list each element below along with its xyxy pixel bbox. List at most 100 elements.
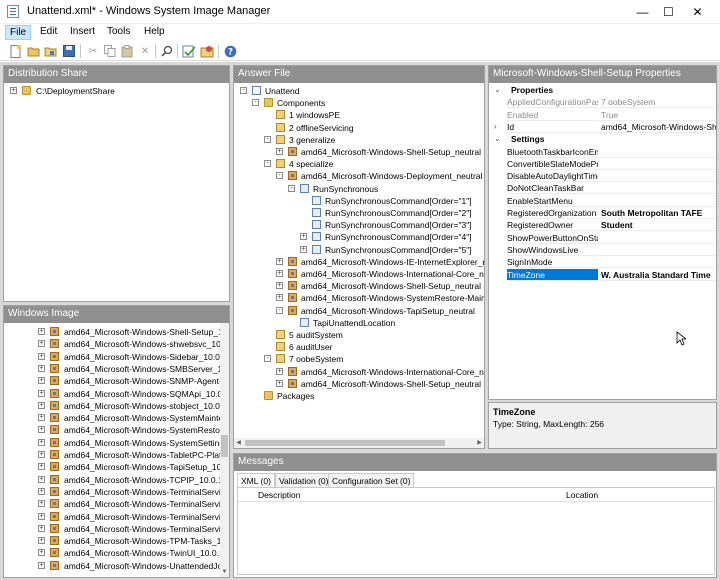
expand-icon[interactable]: + [276,367,283,375]
property-value[interactable] [599,244,716,256]
expand-icon[interactable]: + [38,426,45,434]
property-row[interactable]: RegisteredOwner Student [489,219,716,232]
property-category[interactable]: ⌄ Settings [489,133,716,145]
save-icon[interactable] [61,43,77,59]
property-value[interactable]: 7 oobeSystem [599,96,716,109]
expand-icon[interactable]: + [276,294,283,302]
property-row[interactable]: TimeZone W. Australia Standard Time [489,268,716,281]
column-description[interactable]: Description [258,490,301,500]
expand-icon[interactable]: + [38,500,45,508]
collapse-icon[interactable]: - [264,160,271,168]
expand-icon[interactable]: + [38,352,45,360]
expand-icon[interactable]: + [38,561,45,569]
expand-icon[interactable]: + [300,245,307,253]
tab-validation[interactable]: Validation (0) [275,473,333,487]
property-value[interactable]: South Metropolitan TAFE [599,207,716,219]
tab-xml[interactable]: XML (0) [237,473,275,487]
copy-icon[interactable] [102,43,118,59]
property-row[interactable]: RegisteredOrganization South Metropolitan… [489,207,716,219]
property-row[interactable]: DoNotCleanTaskBar [489,182,716,195]
collapse-icon[interactable]: - [276,172,283,180]
expand-icon[interactable]: + [38,340,45,348]
expand-icon[interactable]: + [276,379,283,387]
expand-icon[interactable]: + [38,438,45,446]
collapse-icon[interactable]: - [264,135,271,143]
scroll-down-icon[interactable]: ▼ [220,567,229,577]
property-value[interactable] [599,158,716,170]
property-row[interactable]: Enabled True [489,109,716,121]
expand-icon[interactable]: + [276,257,283,265]
property-row[interactable]: ConvertibleSlateModePr [489,158,716,170]
property-name[interactable]: BluetoothTaskbarIconEn [507,146,598,158]
expand-icon[interactable]: + [38,537,45,545]
property-name[interactable]: ShowPowerButtonOnSta [507,232,598,244]
property-name[interactable]: Enabled [507,109,598,121]
property-row[interactable]: EnableStartMenu [489,195,716,207]
property-value[interactable] [599,170,716,183]
expand-icon[interactable]: + [10,87,17,94]
expand-icon[interactable]: › [494,121,497,133]
expand-icon[interactable]: + [38,487,45,495]
property-row[interactable]: ShowPowerButtonOnSta [489,232,716,244]
open-answer-icon[interactable] [43,43,59,59]
property-value[interactable] [599,182,716,195]
property-name[interactable]: EnableStartMenu [507,195,598,207]
validate-icon[interactable] [181,43,197,59]
property-name[interactable]: TimeZone [507,268,598,281]
menu-insert[interactable]: Insert [66,25,99,40]
menu-tools[interactable]: Tools [103,25,134,40]
menu-help[interactable]: Help [140,25,169,40]
open-icon[interactable] [26,43,42,59]
expand-icon[interactable]: + [38,364,45,372]
windows-image-scrollbar[interactable]: ▼ [220,323,229,577]
delete-icon[interactable]: ✕ [137,43,153,59]
property-row[interactable]: DisableAutoDaylightTime [489,170,716,183]
menu-edit[interactable]: Edit [36,25,61,40]
expand-icon[interactable]: + [300,233,307,241]
property-value[interactable] [599,195,716,207]
expand-icon[interactable]: + [38,328,45,335]
collapse-icon[interactable]: - [240,87,247,94]
property-name[interactable]: Id [507,121,598,133]
property-name[interactable]: DisableAutoDaylightTime [507,170,598,183]
expand-icon[interactable]: + [38,524,45,532]
property-name[interactable]: RegisteredOrganization [507,207,598,219]
property-row[interactable]: SignInMode [489,256,716,269]
expand-icon[interactable]: + [38,463,45,471]
expand-icon[interactable]: + [276,282,283,290]
expand-icon[interactable]: + [276,148,283,155]
expand-icon[interactable]: + [38,451,45,458]
scroll-thumb[interactable] [221,435,228,457]
property-name[interactable]: RegisteredOwner [507,219,598,232]
find-icon[interactable] [159,43,175,59]
property-category[interactable]: ⌄ Properties [489,84,716,96]
property-value[interactable]: W. Australia Standard Time [599,269,716,281]
expand-icon[interactable]: + [38,389,45,397]
new-icon[interactable] [8,43,24,59]
property-name[interactable]: DoNotCleanTaskBar [507,182,598,195]
collapse-icon[interactable]: - [264,355,271,363]
property-value[interactable] [599,232,716,244]
property-row[interactable]: ShowWindowsLive [489,244,716,256]
close-button[interactable]: ✕ [675,0,720,24]
collapse-icon[interactable]: - [252,99,259,107]
config-set-icon[interactable] [199,43,215,59]
answer-file-hscrollbar[interactable]: ◀ ▶ [234,438,484,448]
property-name[interactable]: SignInMode [507,256,598,269]
property-value[interactable]: Student [599,219,716,232]
property-row[interactable]: › Id amd64_Microsoft-Windows-Shel [489,121,716,133]
property-row[interactable]: BluetoothTaskbarIconEn [489,146,716,158]
collapse-icon[interactable]: - [288,184,295,192]
collapse-icon[interactable]: - [276,306,283,314]
help-icon[interactable]: ? [222,43,238,59]
property-value[interactable] [599,146,716,158]
collapse-icon[interactable]: ⌄ [494,133,501,145]
expand-icon[interactable]: + [38,377,45,385]
collapse-icon[interactable]: ⌄ [494,84,501,96]
expand-icon[interactable]: + [38,414,45,422]
expand-icon[interactable]: + [276,270,283,277]
paste-icon[interactable] [119,43,135,59]
scroll-thumb[interactable] [245,440,445,446]
column-location[interactable]: Location [566,490,598,500]
property-value[interactable] [599,256,716,269]
